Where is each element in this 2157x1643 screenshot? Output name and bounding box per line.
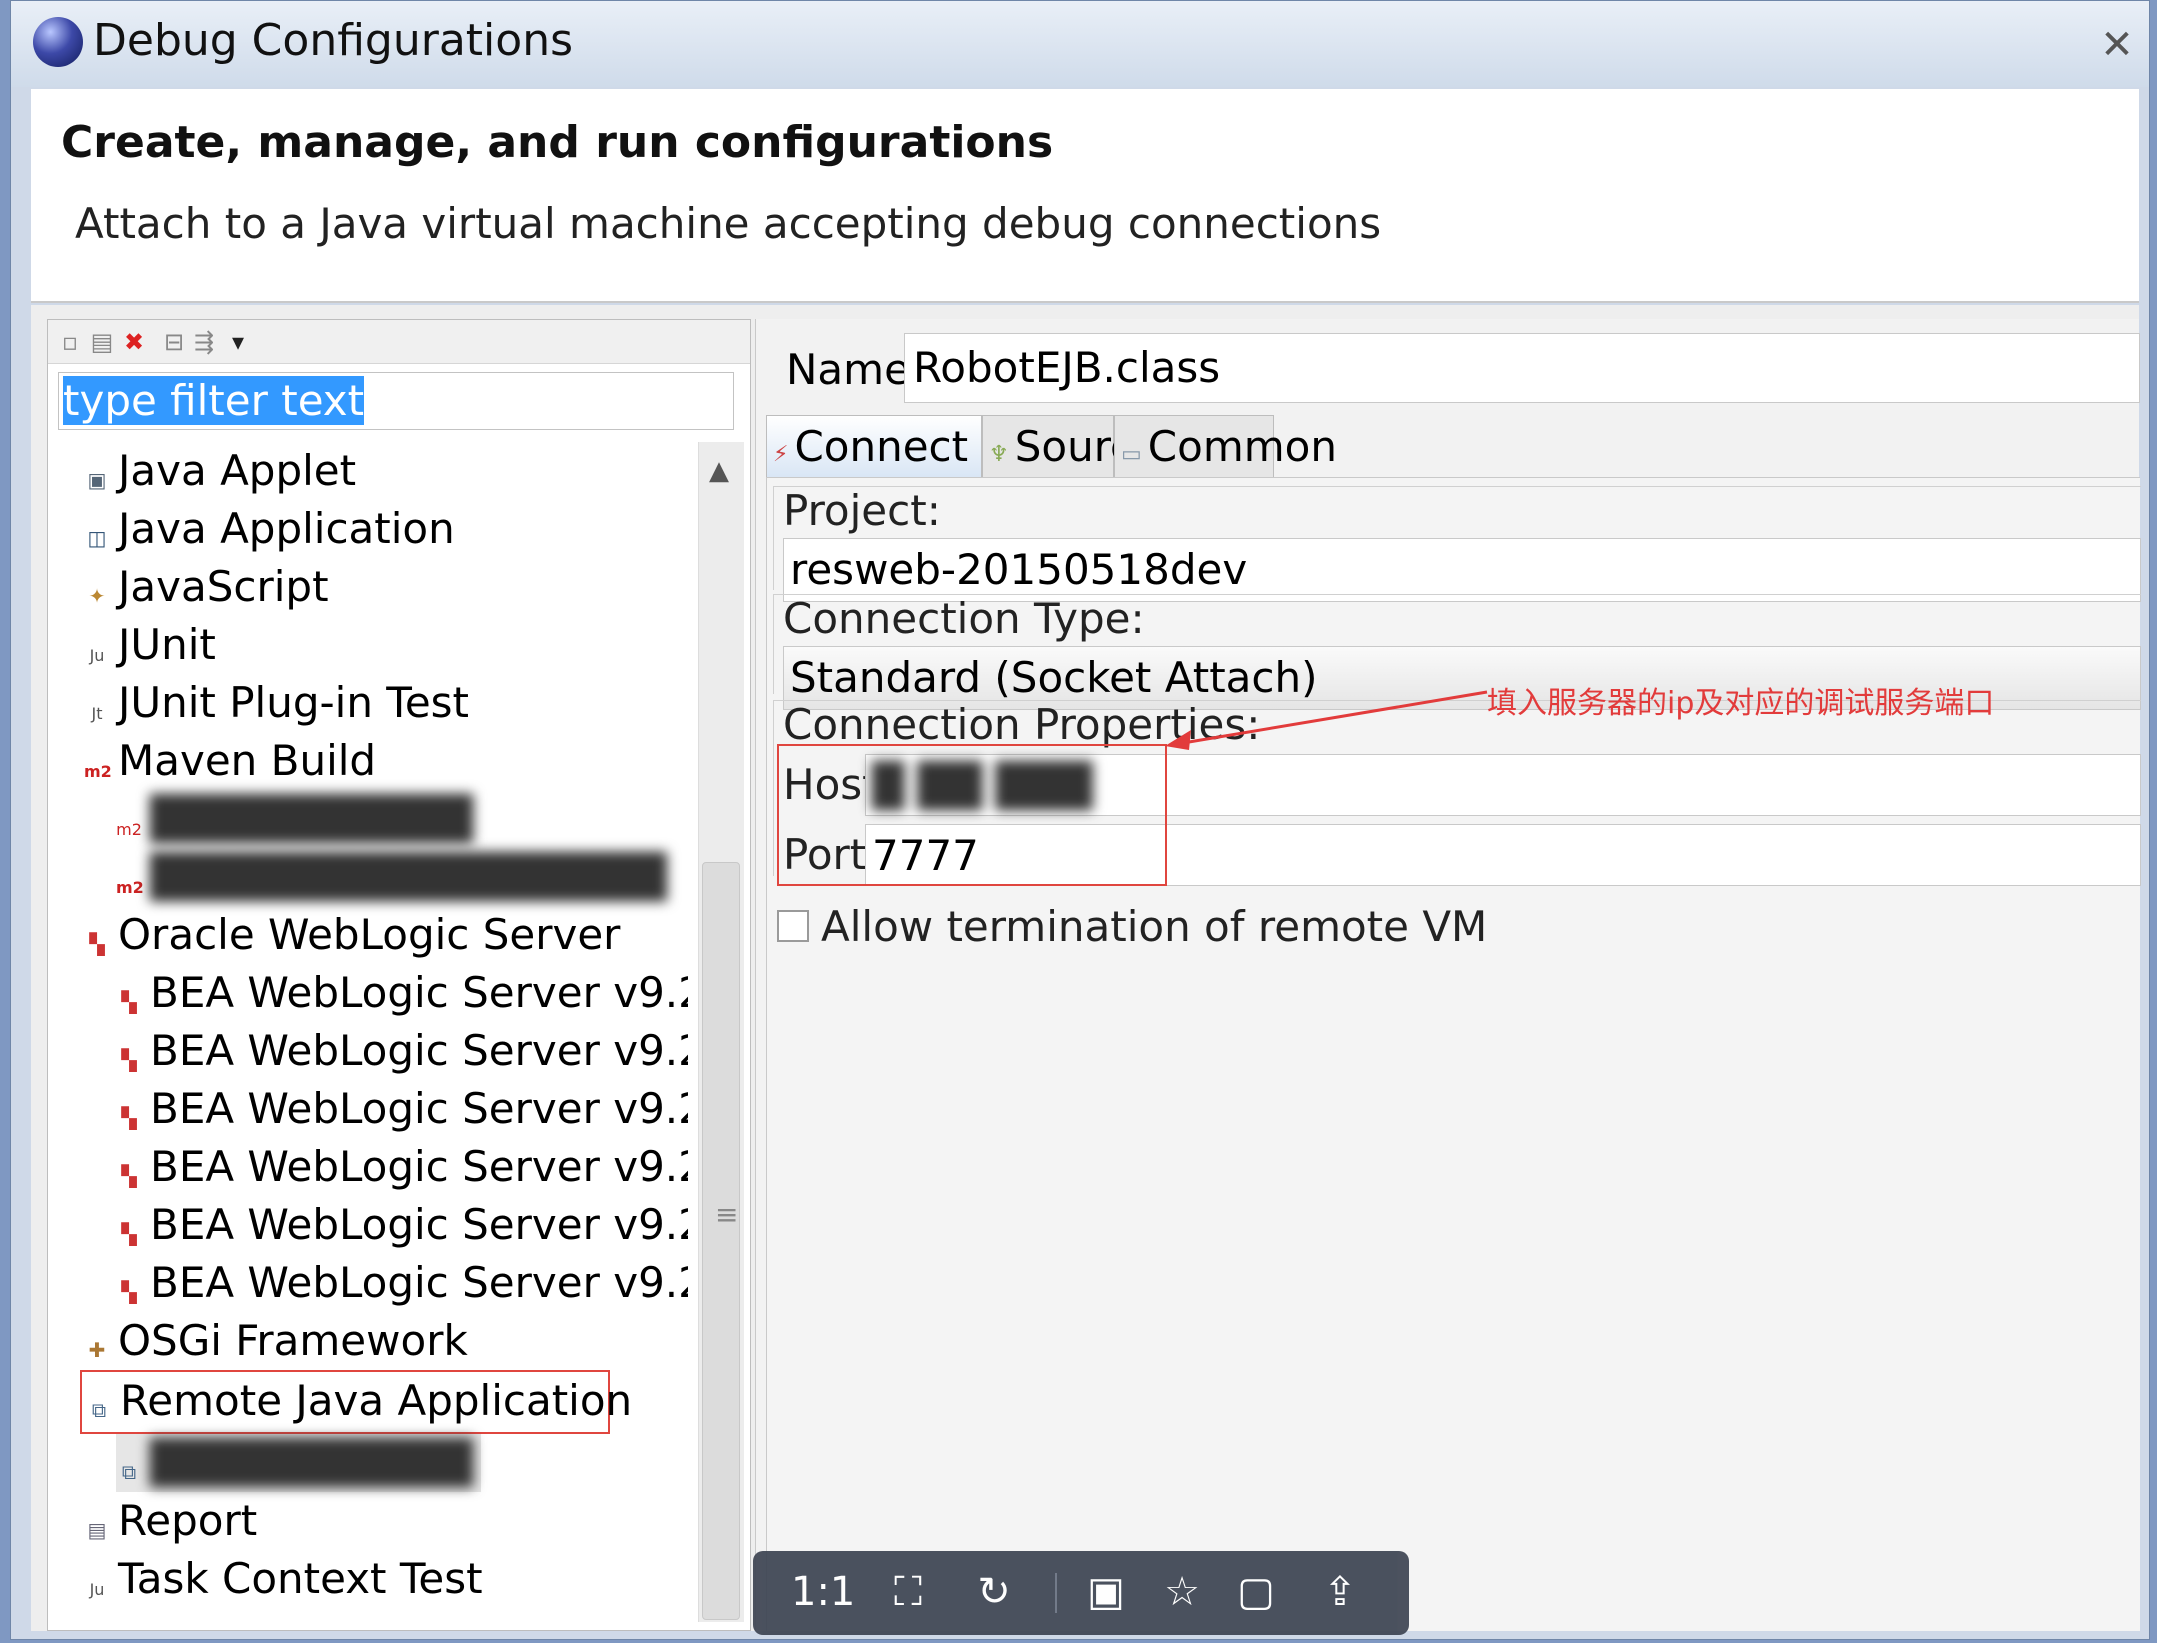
duplicate-icon[interactable]: ▤ <box>88 328 116 356</box>
tree-item-javascript[interactable]: ✦ JavaScript <box>84 558 329 616</box>
report-icon: ▤ <box>87 1518 107 1542</box>
weblogic-icon: ▚ <box>121 990 137 1014</box>
redacted-text: ████████████████ <box>150 852 667 901</box>
view-menu-icon[interactable]: ▾ <box>224 328 252 356</box>
scroll-up-icon[interactable]: ▲ <box>709 456 729 486</box>
filter-input[interactable]: type filter text <box>58 372 734 430</box>
weblogic-icon: ▚ <box>121 1222 137 1246</box>
tree-item-osgi-framework[interactable]: ✚ OSGi Framework <box>84 1312 468 1370</box>
remote-java-icon: ⧉ <box>121 1460 137 1484</box>
tree-item-bea-weblogic[interactable]: ▚ BEA WebLogic Server v9.2 <box>116 1196 688 1254</box>
header-subtitle: Attach to a Java virtual machine accepti… <box>75 199 1382 248</box>
share-icon[interactable]: ⇪ <box>1313 1565 1367 1619</box>
tree-item-java-applet[interactable]: ▣ Java Applet <box>84 442 357 500</box>
project-label: Project: <box>783 486 941 535</box>
weblogic-icon: ▚ <box>121 1106 137 1130</box>
tree-item-junit-plugin-test[interactable]: Jt JUnit Plug-in Test <box>84 674 470 732</box>
tree-item-maven-build[interactable]: m2 Maven Build <box>84 732 376 790</box>
scrollbar-thumb[interactable]: ≡ <box>702 862 740 1620</box>
eclipse-icon <box>33 17 83 67</box>
tree-item-report[interactable]: ▤ Report <box>84 1492 258 1550</box>
header-title: Create, manage, and run configurations <box>61 117 1054 168</box>
config-tree: ▣ Java Applet ◫ Java Application ✦ JavaScri… <box>48 442 688 1632</box>
config-editor-panel: Name: RobotEJB.class ⚡ Connect ♆ Source ▭ C… <box>755 319 2141 1631</box>
toolbar-separator <box>1055 1573 1057 1613</box>
tree-item-maven-child-1[interactable]: m2 ██████████ <box>116 790 473 848</box>
filter-icon[interactable]: ⇶ <box>190 328 218 356</box>
tab-common[interactable]: ▭ Common <box>1114 415 1337 477</box>
java-applet-icon: ▣ <box>87 468 107 492</box>
new-config-icon[interactable]: ▫ <box>56 328 84 356</box>
weblogic-icon: ▚ <box>121 1048 137 1072</box>
fit-screen-icon[interactable]: ⛶ <box>881 1565 935 1619</box>
tree-item-maven-child-2[interactable]: m2 ████████████████ <box>116 848 667 906</box>
grip-icon: ≡ <box>715 1198 739 1231</box>
tree-item-remote-java-application[interactable]: ⧉ Remote Java Application <box>80 1370 632 1434</box>
tree-item-bea-weblogic[interactable]: ▚ BEA WebLogic Server v9.2 <box>116 1080 688 1138</box>
tree-item-bea-weblogic[interactable]: ▚ BEA WebLogic Server v9.2 <box>116 1254 688 1312</box>
save-icon[interactable]: ▣ <box>1079 1565 1133 1619</box>
junit-icon: Ju <box>89 646 105 665</box>
remote-java-icon: ⧉ <box>91 1398 107 1422</box>
connect-tab-panel: Project: resweb-20150518dev Connection T… <box>766 477 2141 1631</box>
tree-item-java-application[interactable]: ◫ Java Application <box>84 500 455 558</box>
tree-item-remote-child[interactable]: ⧉ ██████████ <box>116 1434 481 1492</box>
dialog-body: ▫ ▤ ✖ ⊟ ⇶ ▾ type filter text ▣ Java Apple… <box>31 305 2141 1631</box>
config-tree-panel: ▫ ▤ ✖ ⊟ ⇶ ▾ type filter text ▣ Java Apple… <box>47 319 751 1631</box>
tree-item-junit[interactable]: Ju JUnit <box>84 616 216 674</box>
tree-item-oracle-weblogic[interactable]: ▚ Oracle WebLogic Server <box>84 906 620 964</box>
tab-source[interactable]: ♆ Source <box>982 415 1159 477</box>
tree-item-bea-weblogic[interactable]: ▚ BEA WebLogic Server v9.2 <box>116 1138 688 1196</box>
redacted-text: ██████████ <box>150 794 473 843</box>
delete-icon[interactable]: ✖ <box>120 328 148 356</box>
weblogic-icon: ▚ <box>121 1280 137 1304</box>
weblogic-icon: ▚ <box>89 932 105 956</box>
redacted-text: ██████████ <box>150 1438 473 1487</box>
maven-icon: m2 <box>116 878 144 897</box>
connection-type-label: Connection Type: <box>783 594 1145 643</box>
tree-item-bea-weblogic[interactable]: ▚ BEA WebLogic Server v9.2 <box>116 964 688 1022</box>
rotate-icon[interactable]: ↻ <box>967 1565 1021 1619</box>
weblogic-icon: ▚ <box>121 1164 137 1188</box>
viewer-toolbar: 1:1 ⛶ ↻ ▣ ☆ ▢ ⇪ <box>753 1551 1409 1635</box>
name-field[interactable]: RobotEJB.class <box>904 333 2140 403</box>
zoom-1-1-button[interactable]: 1:1 <box>791 1565 855 1619</box>
debug-configurations-window: Debug Configurations ✕ Create, manage, a… <box>10 0 2150 1640</box>
annotation-text: 填入服务器的ip及对应的调试服务端口 <box>1487 686 1995 721</box>
window-title: Debug Configurations <box>93 15 574 66</box>
project-field[interactable]: resweb-20150518dev <box>783 538 2141 602</box>
title-bar: Debug Configurations ✕ <box>11 1 2149 87</box>
collapse-all-icon[interactable]: ⊟ <box>160 328 188 356</box>
source-icon: ♆ <box>989 442 1009 467</box>
java-app-icon: ◫ <box>87 526 107 550</box>
tree-item-bea-weblogic[interactable]: ▚ BEA WebLogic Server v9.2 <box>116 1022 688 1080</box>
allow-termination-label: Allow termination of remote VM <box>821 902 1488 951</box>
connect-icon: ⚡ <box>773 442 789 467</box>
javascript-icon: ✦ <box>88 584 106 608</box>
tree-item-task-context-test[interactable]: Ju Task Context Test <box>84 1550 483 1608</box>
dialog-header: Create, manage, and run configurations A… <box>31 89 2139 303</box>
maven-icon: m2 <box>84 762 112 781</box>
common-icon: ▭ <box>1121 442 1142 467</box>
tree-toolbar: ▫ ▤ ✖ ⊟ ⇶ ▾ <box>48 320 750 364</box>
task-context-icon: Ju <box>89 1580 105 1599</box>
fullscreen-icon[interactable]: ▢ <box>1229 1565 1283 1619</box>
maven-icon: m2 <box>116 820 142 839</box>
osgi-icon: ✚ <box>88 1338 106 1362</box>
filter-text: type filter text <box>63 376 365 425</box>
junit-plugin-icon: Jt <box>91 704 103 723</box>
bookmark-icon[interactable]: ☆ <box>1155 1565 1209 1619</box>
allow-termination-checkbox[interactable] <box>777 910 809 942</box>
close-icon[interactable]: ✕ <box>2095 23 2139 67</box>
tree-scrollbar[interactable]: ▲ ≡ <box>698 442 744 1622</box>
tab-connect[interactable]: ⚡ Connect <box>766 415 982 477</box>
